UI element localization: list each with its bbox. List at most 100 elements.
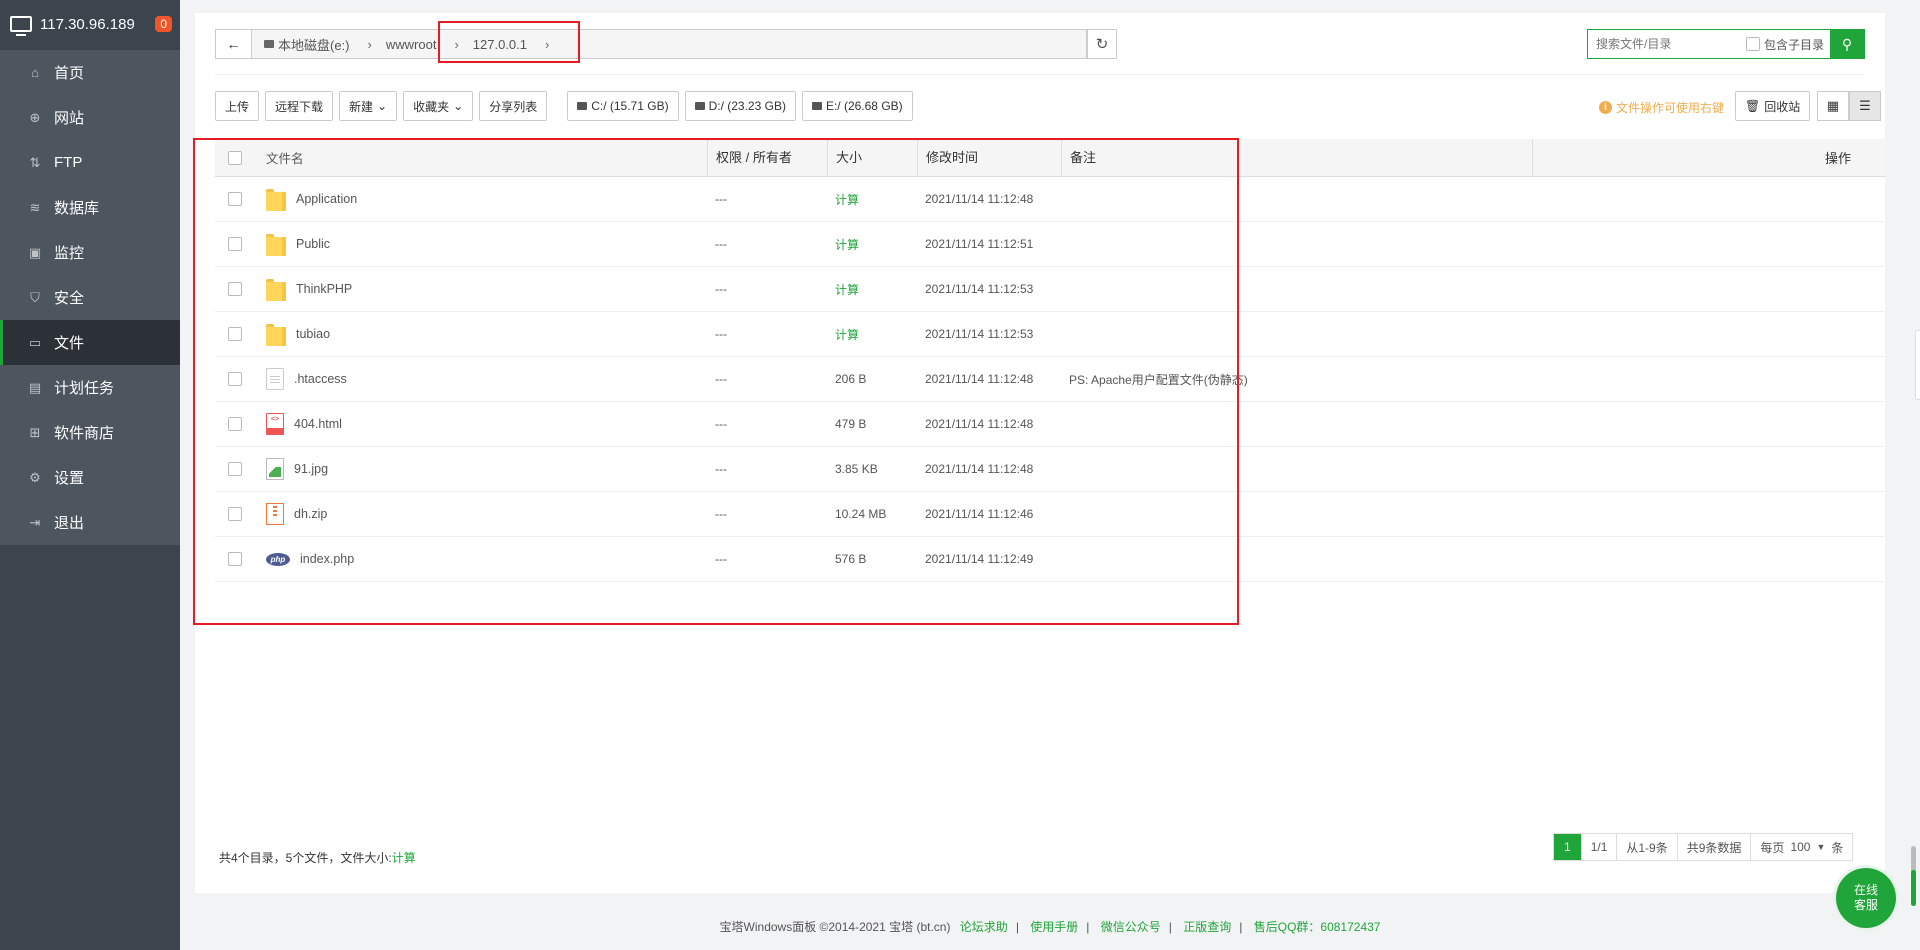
breadcrumb-item-wwwroot[interactable]: wwwroot › [380, 37, 467, 52]
forum-link[interactable]: 论坛求助 [960, 920, 1008, 934]
back-button[interactable]: ← [215, 29, 251, 59]
file-name[interactable]: 404.html [294, 417, 342, 431]
row-checkbox[interactable] [228, 372, 242, 386]
sidebar-item[interactable]: ⇥ 退出 [0, 500, 180, 545]
file-name-cell[interactable]: 91.jpg [255, 458, 707, 480]
include-subdir-checkbox[interactable]: 包含子目录 [1745, 30, 1830, 58]
row-checkbox[interactable] [228, 237, 242, 251]
row-checkbox[interactable] [228, 282, 242, 296]
grid-view-button[interactable]: ▦ [1817, 91, 1849, 121]
file-name[interactable]: tubiao [296, 327, 330, 341]
table-row[interactable]: php index.php --- 576 B 2021/11/14 11:12:49 [215, 537, 1885, 582]
file-name[interactable]: 91.jpg [294, 462, 328, 476]
file-name-cell[interactable]: php index.php [255, 552, 707, 566]
perm-cell[interactable]: --- [707, 372, 827, 386]
sidebar-item[interactable]: ⇅ FTP [0, 140, 180, 185]
size-cell[interactable]: 计算 [827, 236, 917, 253]
row-checkbox[interactable] [228, 507, 242, 521]
online-support-button[interactable]: 在线 客服 [1836, 868, 1896, 928]
new-dropdown-button[interactable]: 新建 ⌄ [339, 91, 398, 121]
size-cell[interactable]: 计算 [827, 281, 917, 298]
perm-cell[interactable]: --- [707, 462, 827, 476]
file-name-cell[interactable]: .htaccess [255, 368, 707, 390]
perm-cell[interactable]: --- [707, 417, 827, 431]
perm-cell[interactable]: --- [707, 327, 827, 341]
sidebar-item[interactable]: ▤ 计划任务 [0, 365, 180, 410]
row-checkbox[interactable] [228, 552, 242, 566]
php-file-icon: php [266, 552, 290, 566]
sidebar-item[interactable]: ⊞ 软件商店 [0, 410, 180, 455]
table-row[interactable]: dh.zip --- 10.24 MB 2021/11/14 11:12:46 [215, 492, 1885, 537]
disk-e-button[interactable]: E:/ (26.68 GB) [801, 91, 913, 121]
file-name[interactable]: .htaccess [294, 372, 347, 386]
license-link[interactable]: 正版查询 [1183, 920, 1231, 934]
page-current[interactable]: 1 [1554, 834, 1581, 860]
file-name[interactable]: ThinkPHP [296, 282, 352, 296]
sidebar-item[interactable]: ▣ 监控 [0, 230, 180, 275]
sidebar-item[interactable]: ⛉ 安全 [0, 275, 180, 320]
file-name-cell[interactable]: <> 404.html [255, 413, 707, 435]
breadcrumb[interactable]: 本地磁盘(e:) › wwwroot › 127.0.0.1 › [251, 29, 1087, 59]
file-name[interactable]: Public [296, 237, 330, 251]
row-checkbox[interactable] [228, 327, 242, 341]
calc-total-size-link[interactable]: 计算 [392, 851, 416, 865]
col-mtime[interactable]: 修改时间 [917, 138, 1061, 177]
table-row[interactable]: ThinkPHP --- 计算 2021/11/14 11:12:53 [215, 267, 1885, 312]
sidebar-item[interactable]: ▭ 文件 [0, 320, 180, 365]
perm-cell[interactable]: --- [707, 282, 827, 296]
favorites-dropdown-button[interactable]: 收藏夹 ⌄ [403, 91, 474, 121]
file-name[interactable]: dh.zip [294, 507, 327, 521]
size-cell[interactable]: 计算 [827, 326, 917, 343]
checkbox[interactable] [1745, 37, 1760, 51]
disk-c-button[interactable]: C:/ (15.71 GB) [567, 91, 679, 121]
disk-d-button[interactable]: D:/ (23.23 GB) [684, 91, 796, 121]
search-input[interactable] [1588, 30, 1746, 58]
perm-cell[interactable]: --- [707, 507, 827, 521]
sidebar-item[interactable]: ⚙ 设置 [0, 455, 180, 500]
perm-cell[interactable]: --- [707, 192, 827, 206]
table-row[interactable]: <> 404.html --- 479 B 2021/11/14 11:12:48 [215, 402, 1885, 447]
file-name-cell[interactable]: dh.zip [255, 503, 707, 525]
file-name[interactable]: index.php [300, 552, 354, 566]
file-name[interactable]: Application [296, 192, 357, 206]
row-checkbox[interactable] [228, 417, 242, 431]
row-checkbox[interactable] [228, 192, 242, 206]
wechat-link[interactable]: 微信公众号 [1101, 920, 1161, 934]
size-cell[interactable]: 计算 [827, 191, 917, 208]
scrollbar-thumb[interactable] [1911, 870, 1916, 906]
sidebar-item[interactable]: ⊕ 网站 [0, 95, 180, 140]
share-list-button[interactable]: 分享列表 [479, 91, 548, 121]
refresh-button[interactable]: ↻ [1087, 29, 1117, 59]
file-name-cell[interactable]: Application [255, 187, 707, 211]
perm-cell[interactable]: --- [707, 237, 827, 251]
col-name[interactable]: 文件名 [255, 148, 707, 167]
select-all-checkbox[interactable] [228, 150, 242, 165]
file-name-cell[interactable]: ThinkPHP [255, 277, 707, 301]
search-button[interactable]: ⚲ [1830, 30, 1864, 58]
sidebar-item[interactable]: ≋ 数据库 [0, 185, 180, 230]
table-row[interactable]: Application --- 计算 2021/11/14 11:12:48 [215, 177, 1885, 222]
col-size[interactable]: 大小 [827, 138, 917, 177]
qq-group-link[interactable]: 售后QQ群：608172437 [1254, 920, 1381, 934]
sidebar-item[interactable]: ⌂ 首页 [0, 50, 180, 95]
remote-download-button[interactable]: 远程下载 [265, 91, 334, 121]
list-view-button[interactable]: ☰ [1849, 91, 1881, 121]
file-name-cell[interactable]: Public [255, 232, 707, 256]
mtime-cell: 2021/11/14 11:12:53 [925, 327, 1034, 341]
row-checkbox[interactable] [228, 462, 242, 476]
recycle-bin-button[interactable]: 🗑 回收站 [1735, 91, 1811, 121]
table-row[interactable]: tubiao --- 计算 2021/11/14 11:12:53 [215, 312, 1885, 357]
notification-badge[interactable]: 0 [155, 16, 172, 32]
side-tab[interactable] [1915, 330, 1920, 400]
breadcrumb-item-current[interactable]: 127.0.0.1 › [467, 37, 558, 52]
perm-cell[interactable]: --- [707, 552, 827, 566]
file-name-cell[interactable]: tubiao [255, 322, 707, 346]
upload-button[interactable]: 上传 [215, 91, 260, 121]
breadcrumb-item-disk[interactable]: 本地磁盘(e:) › [252, 35, 380, 54]
per-page-select[interactable]: 每页 100 ▼ 条 [1750, 834, 1852, 860]
table-row[interactable]: .htaccess --- 206 B 2021/11/14 11:12:48 PS: … [215, 357, 1885, 402]
table-row[interactable]: 91.jpg --- 3.85 KB 2021/11/14 11:12:48 [215, 447, 1885, 492]
manual-link[interactable]: 使用手册 [1030, 920, 1078, 934]
per-page-value[interactable]: 100 [1790, 840, 1810, 854]
table-row[interactable]: Public --- 计算 2021/11/14 11:12:51 [215, 222, 1885, 267]
